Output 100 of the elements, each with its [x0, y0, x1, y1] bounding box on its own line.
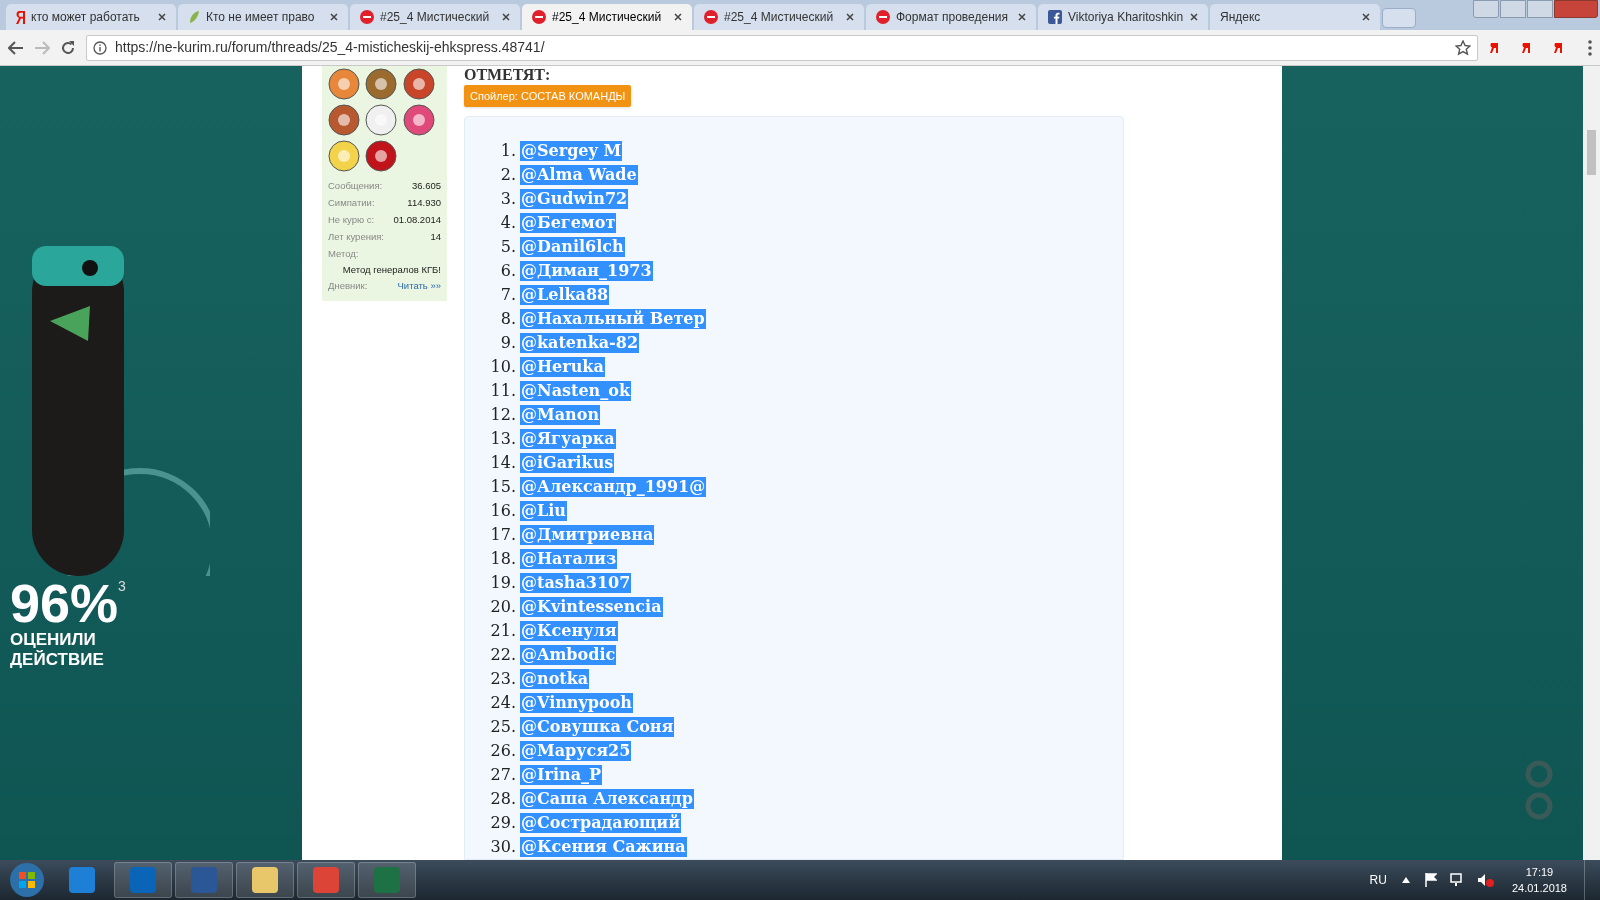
- member-mention-link[interactable]: @Ambodic: [520, 645, 617, 665]
- member-mention-link[interactable]: @notka: [520, 669, 590, 689]
- close-icon[interactable]: [674, 13, 682, 21]
- muted-speaker-icon[interactable]: [1476, 873, 1495, 887]
- browser-tab[interactable]: Viktoriya Kharitoshkin: [1038, 4, 1208, 30]
- member-mention-link[interactable]: @Нахальный Ветер: [520, 309, 706, 329]
- member-mention-link[interactable]: @Manon: [520, 405, 600, 425]
- list-number: 6.: [499, 260, 517, 282]
- spoiler-button[interactable]: Спойлер: СОСТАВ КОМАНДЫ: [464, 85, 632, 107]
- close-icon[interactable]: [1018, 13, 1026, 21]
- list-number: 23.: [489, 668, 517, 690]
- list-number: 21.: [489, 620, 517, 642]
- close-icon[interactable]: [158, 13, 166, 21]
- clock-time[interactable]: 17:19: [1525, 864, 1554, 880]
- list-number: 5.: [499, 236, 517, 258]
- member-mention-link[interactable]: @Alma Wade: [520, 165, 638, 185]
- reload-icon[interactable]: [60, 39, 76, 56]
- stat-label: Метод:: [328, 247, 360, 262]
- close-icon[interactable]: [1362, 13, 1370, 21]
- award-icon[interactable]: [402, 68, 435, 100]
- back-icon[interactable]: [8, 40, 24, 55]
- member-mention-link[interactable]: @Маруся25: [520, 741, 632, 761]
- method-value: Метод генералов КГБ!: [341, 263, 441, 277]
- close-icon[interactable]: [846, 13, 854, 21]
- list-number: 29.: [489, 812, 517, 834]
- member-mention-link[interactable]: @Nasten_ok: [520, 381, 631, 401]
- url-text: https://ne-kurim.ru/forum/threads/25_4-misticheskij-ehkspress.48741/: [115, 38, 546, 57]
- member-mention-link[interactable]: @Vinnypooh: [520, 693, 633, 713]
- language-indicator[interactable]: RU: [1369, 871, 1387, 889]
- list-number: 2.: [499, 164, 517, 186]
- member-mention-link[interactable]: @Irina_P: [520, 765, 603, 785]
- tab-title: #25_4 Мистический: [724, 9, 835, 26]
- facebook-icon: [1048, 10, 1062, 24]
- member-mention-link[interactable]: @Сострадающий: [520, 813, 682, 833]
- tab-title: #25_4 Мистический: [380, 9, 491, 26]
- leaf-icon: [188, 10, 200, 24]
- footnote-mark: 3: [118, 577, 126, 594]
- list-number: 20.: [489, 596, 517, 618]
- member-mention-link[interactable]: @Дмитриевна: [520, 525, 655, 545]
- list-number: 19.: [489, 572, 517, 594]
- stat-value: 01.08.2014: [393, 213, 441, 228]
- menu-icon[interactable]: [1588, 39, 1592, 56]
- award-icon[interactable]: [365, 104, 398, 136]
- member-mention-link[interactable]: @Sergey M: [520, 141, 623, 161]
- award-icon[interactable]: [365, 140, 398, 172]
- member-mention-link[interactable]: @Бегемот: [520, 213, 617, 233]
- award-icon[interactable]: [402, 104, 435, 136]
- award-icon[interactable]: [328, 140, 360, 172]
- member-mention-link[interactable]: @katenka-82: [520, 333, 639, 353]
- no-entry-icon: [532, 10, 546, 24]
- member-mention-link[interactable]: @Александр_1991@: [520, 477, 707, 497]
- clock-date[interactable]: 24.01.2018: [1511, 880, 1567, 896]
- member-mention-link[interactable]: @tasha3107: [520, 573, 632, 593]
- list-number: 27.: [489, 764, 517, 786]
- tab-title: Кто не имеет право: [206, 9, 316, 26]
- member-mention-link[interactable]: @Совушка Соня: [520, 717, 675, 737]
- list-number: 9.: [499, 332, 517, 354]
- browser-tab[interactable]: #25_4 Мистический: [694, 4, 864, 30]
- rings-icon: [1525, 760, 1553, 820]
- flag-icon[interactable]: [1424, 873, 1437, 887]
- browser-tab[interactable]: #25_4 Мистический: [522, 4, 692, 30]
- list-number: 12.: [489, 404, 517, 426]
- close-icon[interactable]: [1190, 13, 1198, 21]
- browser-tab[interactable]: Кто не имеет право: [178, 4, 348, 30]
- browser-tab[interactable]: кто может работать: [6, 4, 176, 30]
- no-entry-icon: [704, 10, 718, 24]
- member-mention-link[interactable]: @Ксения Сажина: [520, 837, 687, 857]
- close-icon[interactable]: [502, 13, 510, 21]
- member-mention-link[interactable]: @Kvintessencia: [520, 597, 663, 617]
- list-number: 11.: [489, 380, 517, 402]
- member-mention-link[interactable]: @Liu: [520, 501, 567, 521]
- member-mention-link[interactable]: @Gudwin72: [520, 189, 629, 209]
- award-icon[interactable]: [365, 68, 398, 100]
- member-mention-link[interactable]: @Danil6lch: [520, 237, 625, 257]
- ad-text: ОЦЕНИЛИ: [10, 630, 96, 650]
- award-icon[interactable]: [328, 68, 360, 100]
- member-mention-link[interactable]: @Ксенуля: [520, 621, 618, 641]
- stat-value: 14: [430, 230, 441, 245]
- diary-link[interactable]: Читать »»: [397, 279, 441, 294]
- stat-value: 114.930: [407, 196, 441, 211]
- ad-headline: 96%: [10, 576, 119, 630]
- member-mention-link[interactable]: @Натализ: [520, 549, 618, 569]
- member-mention-link[interactable]: @Диман_1973: [520, 261, 653, 281]
- tab-title: Формат проведения: [896, 9, 1009, 26]
- info-icon[interactable]: [93, 40, 107, 55]
- star-icon[interactable]: [1455, 39, 1471, 56]
- address-bar[interactable]: https://ne-kurim.ru/forum/threads/25_4-misticheskij-ehkspress.48741/: [86, 34, 1478, 61]
- member-mention-link[interactable]: @Lelka88: [520, 285, 610, 305]
- tray-arrow-icon[interactable]: [1401, 877, 1410, 883]
- browser-tab[interactable]: Формат проведения: [866, 4, 1036, 30]
- close-icon[interactable]: [330, 13, 338, 21]
- member-mention-link[interactable]: @Heruka: [520, 357, 605, 377]
- taskbar-app-button[interactable]: [236, 862, 294, 898]
- stat-label: Дневник:: [328, 279, 368, 294]
- award-icon[interactable]: [328, 104, 360, 136]
- browser-tab[interactable]: #25_4 Мистический: [350, 4, 520, 30]
- member-mention-link[interactable]: @Саша Александр: [520, 789, 694, 809]
- member-mention-link[interactable]: @Ягуарка: [520, 429, 616, 449]
- browser-tab[interactable]: Яндекс: [1210, 4, 1380, 30]
- member-mention-link[interactable]: @iGarikus: [520, 453, 615, 473]
